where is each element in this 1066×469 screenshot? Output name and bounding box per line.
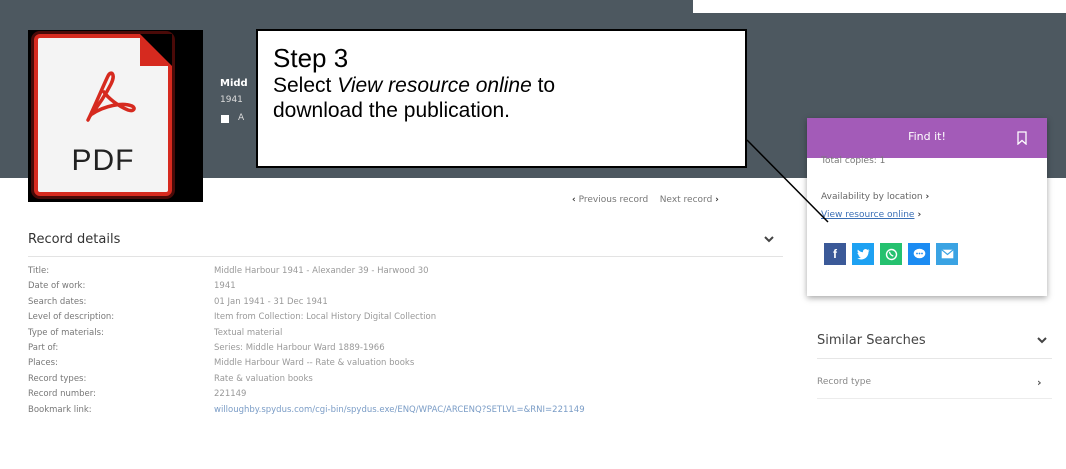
- chevron-right-icon[interactable]: ›: [715, 195, 719, 205]
- detail-value: Series: Middle Harbour Ward 1889-1966: [214, 342, 385, 353]
- divider: [817, 358, 1052, 359]
- availability-by-location-link[interactable]: Availability by location ›: [821, 192, 929, 202]
- detail-value: 1941: [214, 281, 236, 292]
- detail-label: Places:: [28, 358, 58, 369]
- callout-title: Step 3: [273, 43, 349, 73]
- detail-label: Part of:: [28, 342, 59, 353]
- twitter-icon[interactable]: [852, 243, 874, 265]
- bookmark-icon[interactable]: [1017, 131, 1027, 145]
- record-year-header: 1941: [220, 95, 243, 105]
- instruction-callout: Step 3 Select View resource online to do…: [256, 29, 747, 168]
- detail-label: Bookmark link:: [28, 404, 92, 415]
- detail-label: Record types:: [28, 373, 87, 384]
- pdf-thumbnail: PDF: [28, 30, 203, 202]
- detail-value: Textual material: [214, 327, 283, 338]
- detail-label: Record number:: [28, 389, 96, 400]
- find-it-header: Find it!: [807, 118, 1047, 158]
- callout-emphasis: View resource online: [337, 74, 532, 97]
- page-fold: [140, 34, 172, 66]
- detail-value: Rate & valuation books: [214, 373, 313, 384]
- pdf-label: PDF: [71, 144, 135, 177]
- callout-line-1: Select View resource online to: [273, 73, 745, 98]
- bookmark-link[interactable]: willoughby.spydus.com/cgi-bin/spydus.exe…: [214, 405, 585, 415]
- detail-label: Title:: [28, 266, 50, 276]
- share-buttons: f: [824, 243, 958, 265]
- detail-label: Search dates:: [28, 296, 87, 307]
- detail-label: Type of materials:: [28, 327, 104, 338]
- availability-label[interactable]: Availability by location: [821, 192, 923, 202]
- divider: [28, 256, 783, 257]
- next-record-link[interactable]: Next record: [660, 195, 713, 205]
- record-details-heading: Record details: [28, 232, 121, 247]
- view-online-label[interactable]: View resource online: [821, 210, 914, 220]
- top-strip: [693, 0, 1066, 13]
- detail-value: Middle Harbour Ward -- Rate & valuation …: [214, 358, 415, 369]
- record-navigation: ‹ Previous record Next record ›: [572, 195, 719, 205]
- whatsapp-icon[interactable]: [880, 243, 902, 265]
- find-it-panel: Find it! Total copies: 1 Availability by…: [807, 118, 1047, 296]
- pdf-file-icon: PDF: [34, 34, 172, 196]
- chevron-down-icon[interactable]: [1036, 334, 1048, 346]
- view-resource-online-link[interactable]: View resource online ›: [821, 210, 921, 220]
- detail-value: Item from Collection: Local History Digi…: [214, 312, 437, 323]
- similar-searches-heading: Similar Searches: [817, 333, 926, 348]
- previous-record-link[interactable]: Previous record: [579, 195, 649, 205]
- record-title-header: Midd: [220, 78, 248, 89]
- detail-label: Date of work:: [28, 281, 86, 292]
- add-to-list-label[interactable]: A: [238, 113, 244, 123]
- chevron-right-icon: ›: [917, 210, 922, 220]
- total-copies: Total copies: 1: [821, 156, 886, 166]
- divider: [817, 398, 1052, 399]
- facebook-icon[interactable]: f: [824, 243, 846, 265]
- callout-line-1-suffix: to: [531, 74, 556, 97]
- chevron-left-icon[interactable]: ‹: [572, 195, 576, 205]
- find-it-title: Find it!: [908, 130, 946, 143]
- acrobat-logo-icon: [86, 71, 136, 122]
- detail-value: 01 Jan 1941 - 31 Dec 1941: [214, 296, 328, 307]
- callout-line-2: download the publication.: [273, 99, 511, 122]
- messenger-icon[interactable]: [908, 243, 930, 265]
- detail-label: Level of description:: [28, 312, 115, 323]
- chevron-right-icon: ›: [925, 192, 930, 202]
- similar-item-record-type[interactable]: Record type: [817, 377, 871, 387]
- chevron-right-icon[interactable]: ›: [1037, 376, 1042, 389]
- chevron-down-icon[interactable]: [763, 233, 775, 245]
- add-to-list-icon[interactable]: [221, 115, 229, 123]
- detail-value: Middle Harbour 1941 - Alexander 39 - Har…: [214, 266, 429, 276]
- callout-line-1-prefix: Select: [273, 74, 338, 97]
- detail-value: 221149: [214, 389, 247, 400]
- email-icon[interactable]: [936, 243, 958, 265]
